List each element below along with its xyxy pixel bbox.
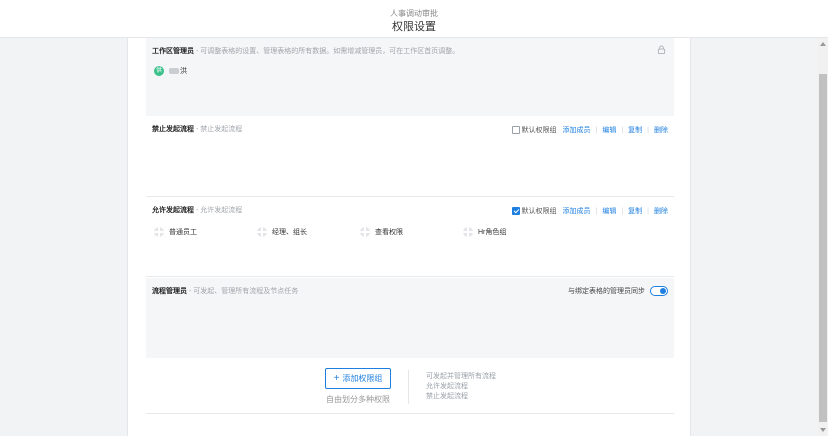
header: 人事调动审批 权限设置 bbox=[0, 0, 828, 38]
delete-link[interactable]: 删除 bbox=[654, 206, 668, 216]
scroll-down-icon[interactable] bbox=[820, 428, 826, 432]
toggle-knob bbox=[660, 288, 666, 294]
section-title: 禁止发起流程 bbox=[152, 126, 194, 133]
avatar: 供 bbox=[154, 66, 164, 76]
allow-group-section: 允许发起流程 - 允许发起流程 默认权限组 添加成员 | 编辑 | 复制 | 删除… bbox=[146, 197, 674, 277]
section-title: 允许发起流程 bbox=[152, 207, 194, 214]
member-name: 洪 bbox=[180, 68, 187, 75]
role-item[interactable]: 普通员工 bbox=[154, 227, 197, 237]
sync-label: 与绑定表格的管理员同步 bbox=[568, 288, 645, 295]
role-label: 普通员工 bbox=[169, 229, 197, 236]
group-actions: 默认权限组 添加成员 | 编辑 | 复制 | 删除 bbox=[511, 206, 668, 216]
add-permission-group-button[interactable]: + 添加权限组 bbox=[325, 368, 391, 389]
role-group-icon bbox=[154, 227, 164, 237]
role-label: Hr角色组 bbox=[478, 229, 507, 236]
role-item[interactable]: 查看权限 bbox=[360, 227, 403, 237]
role-item[interactable]: 经理、组长 bbox=[257, 227, 307, 237]
add-member-link[interactable]: 添加成员 bbox=[563, 125, 591, 135]
forbid-group-section: 禁止发起流程 - 禁止发起流程 默认权限组 添加成员 | 编辑 | 复制 | 删除 bbox=[146, 116, 674, 197]
flow-admin-section: 流程管理员 - 可发起、管理所有流程及节点任务 与绑定表格的管理员同步 bbox=[146, 278, 674, 358]
default-group-label: 默认权限组 bbox=[521, 127, 557, 134]
section-desc: - 可调整表格的设置、管理表格的所有数据。如需增减管理员，可在工作区首页调整。 bbox=[196, 48, 460, 55]
scroll-up-icon[interactable] bbox=[820, 42, 826, 46]
add-button-label: 添加权限组 bbox=[342, 374, 383, 383]
add-group-hint: 自由划分多种权限 bbox=[326, 395, 390, 404]
group-notes: 可发起并管理所有流程 允许发起流程 禁止发起流程 bbox=[426, 372, 496, 402]
role-group-icon bbox=[257, 227, 267, 237]
note-line: 禁止发起流程 bbox=[426, 393, 468, 400]
default-group-checkbox[interactable] bbox=[511, 126, 520, 134]
role-label: 经理、组长 bbox=[272, 229, 307, 236]
admin-sync-setting: 与绑定表格的管理员同步 bbox=[568, 286, 668, 296]
default-group-checkbox[interactable] bbox=[511, 207, 520, 215]
section-title: 工作区管理员 bbox=[152, 48, 194, 55]
redacted-name bbox=[169, 68, 179, 74]
section-desc: - 禁止发起流程 bbox=[196, 126, 243, 133]
workspace-admin-section: 工作区管理员 - 可调整表格的设置、管理表格的所有数据。如需增减管理员，可在工作区… bbox=[146, 38, 674, 116]
lock-icon bbox=[657, 45, 666, 54]
section-title: 流程管理员 bbox=[152, 288, 187, 295]
permission-panel: 工作区管理员 - 可调整表格的设置、管理表格的所有数据。如需增减管理员，可在工作区… bbox=[127, 38, 691, 436]
role-group-icon bbox=[360, 227, 370, 237]
note-line: 允许发起流程 bbox=[426, 383, 468, 390]
section-desc: - 可发起、管理所有流程及节点任务 bbox=[189, 288, 299, 295]
role-group-icon bbox=[463, 227, 473, 237]
plus-icon: + bbox=[333, 373, 340, 384]
vertical-scrollbar[interactable] bbox=[818, 38, 828, 436]
note-line: 可发起并管理所有流程 bbox=[426, 373, 496, 380]
scroll-thumb[interactable] bbox=[819, 74, 827, 422]
section-desc: - 允许发起流程 bbox=[196, 207, 243, 214]
copy-link[interactable]: 复制 bbox=[628, 125, 642, 135]
edit-link[interactable]: 编辑 bbox=[602, 125, 616, 135]
admin-member[interactable]: 供 洪 bbox=[154, 66, 187, 76]
add-member-link[interactable]: 添加成员 bbox=[563, 206, 591, 216]
role-label: 查看权限 bbox=[375, 229, 403, 236]
add-group-area: + 添加权限组 自由划分多种权限 可发起并管理所有流程 允许发起流程 禁止发起流… bbox=[146, 358, 674, 414]
role-item[interactable]: Hr角色组 bbox=[463, 227, 506, 237]
edit-link[interactable]: 编辑 bbox=[602, 206, 616, 216]
delete-link[interactable]: 删除 bbox=[654, 125, 668, 135]
default-group-label: 默认权限组 bbox=[521, 208, 557, 215]
group-actions: 默认权限组 添加成员 | 编辑 | 复制 | 删除 bbox=[511, 125, 668, 135]
copy-link[interactable]: 复制 bbox=[628, 206, 642, 216]
page-title: 权限设置 bbox=[392, 21, 436, 33]
sync-toggle[interactable] bbox=[650, 286, 668, 296]
divider bbox=[408, 370, 409, 404]
